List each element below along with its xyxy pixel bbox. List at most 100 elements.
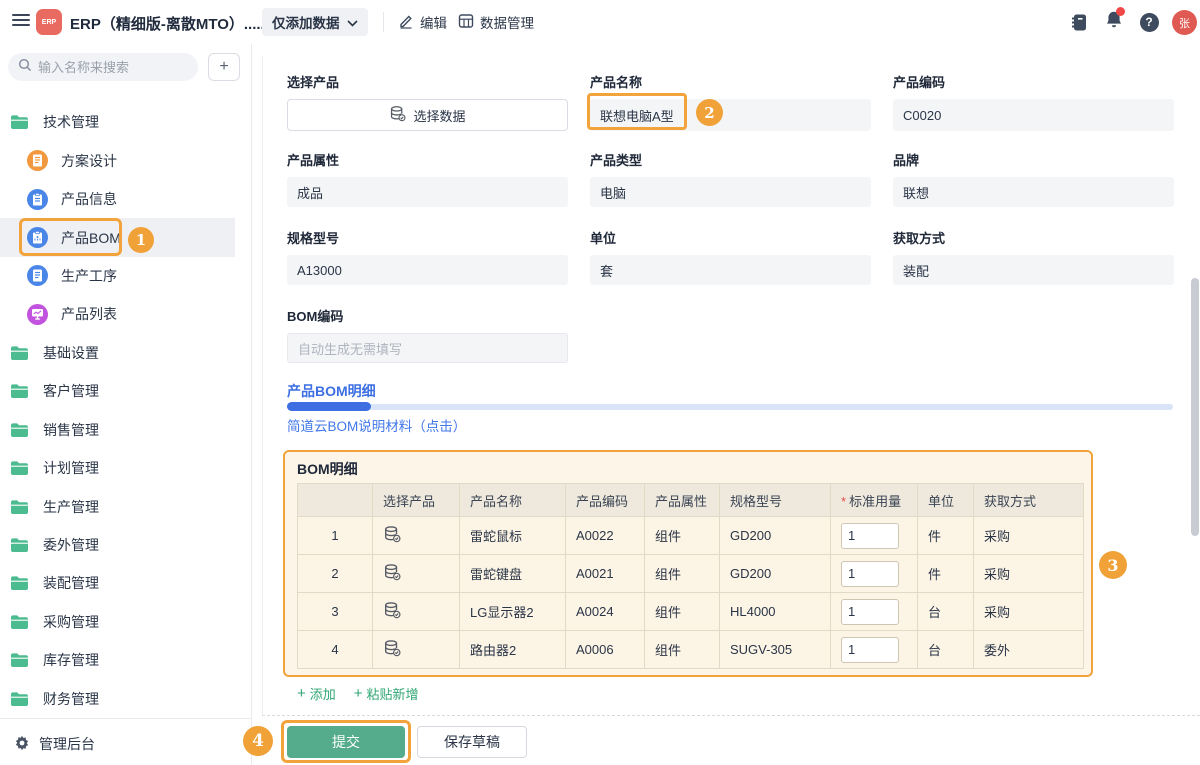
folder-icon: [10, 383, 29, 399]
sidebar: + 技术管理 方案设计 产品信息 产品BOM: [0, 44, 252, 765]
folder-icon: [10, 614, 29, 630]
edit-button[interactable]: 编辑: [398, 8, 447, 36]
col-product-name: 产品名称: [460, 484, 566, 517]
row-product-code: A0024: [566, 593, 645, 631]
sidebar-search[interactable]: [8, 53, 198, 81]
document-icon: [27, 150, 48, 171]
qty-input[interactable]: [841, 561, 899, 587]
folder-icon: [10, 499, 29, 515]
sidebar-item-finance-management[interactable]: 财务管理: [0, 680, 252, 718]
gear-icon: [14, 735, 30, 754]
row-select-product-button[interactable]: [373, 631, 460, 669]
row-method: 采购: [974, 555, 1084, 593]
add-row-link[interactable]: +添加: [297, 684, 336, 703]
data-management-button[interactable]: 数据管理: [458, 8, 534, 36]
col-spec-model: 规格型号: [720, 484, 831, 517]
sidebar-item-basic-settings[interactable]: 基础设置: [0, 334, 252, 372]
folder-icon: [10, 345, 29, 361]
sidebar-item-scheme-design[interactable]: 方案设计: [0, 141, 252, 179]
journal-icon[interactable]: [1069, 12, 1089, 32]
sidebar-item-production-process[interactable]: 生产工序: [0, 257, 252, 295]
row-product-name: LG显示器2: [460, 593, 566, 631]
row-product-attr: 组件: [645, 517, 720, 555]
paste-add-link[interactable]: +粘贴新增: [354, 684, 419, 703]
folder-icon: [10, 652, 29, 668]
sidebar-item-production-management[interactable]: 生产管理: [0, 487, 252, 525]
qty-input[interactable]: [841, 523, 899, 549]
admin-console-label: 管理后台: [39, 734, 95, 754]
bom-detail-title: BOM明细: [297, 459, 358, 479]
sidebar-item-product-list[interactable]: 产品列表: [0, 295, 252, 333]
chevron-down-icon: [347, 15, 358, 30]
product-type-value: 电脑: [590, 177, 871, 207]
submit-button[interactable]: 提交: [287, 726, 405, 758]
notifications-bell-icon[interactable]: [1104, 12, 1124, 32]
add-app-button[interactable]: +: [208, 53, 240, 81]
sidebar-item-product-info[interactable]: 产品信息: [0, 180, 252, 218]
required-asterisk: *: [841, 494, 846, 509]
sidebar-footer-divider: [0, 718, 252, 719]
bom-help-link[interactable]: 简道云BOM说明材料（点击）: [287, 415, 466, 435]
admin-console-link[interactable]: 管理后台: [14, 728, 95, 760]
app-title: ERP（精细版-离散MTO）......: [70, 13, 269, 34]
brand-value: 联想: [893, 177, 1174, 207]
field-acquisition-method: 获取方式 装配: [893, 228, 1174, 285]
row-qty-cell: [831, 517, 918, 555]
folder-icon: [10, 114, 29, 130]
search-input[interactable]: [38, 60, 178, 75]
row-product-name: 路由器2: [460, 631, 566, 669]
product-name-value: 联想电脑A型: [590, 99, 871, 131]
qty-input[interactable]: [841, 599, 899, 625]
sidebar-item-outsourcing-management[interactable]: 委外管理: [0, 526, 252, 564]
table-row: 1 雷蛇鼠标 A0022 组件 GD200 件 采购: [298, 517, 1084, 555]
row-method: 采购: [974, 593, 1084, 631]
sidebar-item-procurement-management[interactable]: 采购管理: [0, 603, 252, 641]
col-unit: 单位: [918, 484, 974, 517]
folder-icon: [10, 575, 29, 591]
form-left-rule: [262, 56, 263, 715]
row-method: 委外: [974, 631, 1084, 669]
add-data-mode-dropdown[interactable]: 仅添加数据: [262, 8, 368, 36]
database-icon: [389, 105, 406, 125]
field-select-product: 选择产品 选择数据: [287, 72, 568, 131]
table-grid-icon: [458, 13, 474, 32]
scrollbar-thumb[interactable]: [1191, 278, 1199, 536]
sidebar-item-tech-management[interactable]: 技术管理: [0, 103, 252, 141]
sidebar-item-product-bom[interactable]: 产品BOM: [0, 218, 235, 256]
edit-label: 编辑: [420, 12, 447, 32]
sidebar-item-sales-management[interactable]: 销售管理: [0, 411, 252, 449]
erp-app-window: ERP ERP（精细版-离散MTO）...... 仅添加数据 编辑 数据管理: [0, 0, 1200, 765]
toolbar-divider: [383, 12, 384, 32]
qty-input[interactable]: [841, 637, 899, 663]
row-qty-cell: [831, 555, 918, 593]
select-data-button[interactable]: 选择数据: [287, 99, 568, 131]
row-select-product-button[interactable]: [373, 593, 460, 631]
bom-code-placeholder: 自动生成无需填写: [287, 333, 568, 363]
tab-product-bom-detail[interactable]: 产品BOM明细: [287, 381, 376, 401]
row-method: 采购: [974, 517, 1084, 555]
row-select-product-button[interactable]: [373, 555, 460, 593]
row-index: 1: [298, 517, 373, 555]
col-acquisition: 获取方式: [974, 484, 1084, 517]
select-data-label: 选择数据: [413, 106, 465, 125]
sidebar-toggle-icon[interactable]: [12, 14, 30, 28]
sidebar-item-assembly-management[interactable]: 装配管理: [0, 564, 252, 602]
bom-table: 选择产品 产品名称 产品编码 产品属性 规格型号 *标准用量 单位 获取方式 1…: [297, 483, 1084, 669]
field-label: 单位: [590, 228, 871, 247]
sidebar-item-customer-management[interactable]: 客户管理: [0, 372, 252, 410]
user-avatar[interactable]: 张: [1172, 10, 1197, 35]
row-spec-model: HL4000: [720, 593, 831, 631]
acquisition-method-value: 装配: [893, 255, 1174, 285]
row-select-product-button[interactable]: [373, 517, 460, 555]
sidebar-item-inventory-management[interactable]: 库存管理: [0, 641, 252, 679]
sidebar-nav: 技术管理 方案设计 产品信息 产品BOM 生产工序: [0, 103, 252, 718]
row-product-attr: 组件: [645, 593, 720, 631]
pencil-icon: [398, 13, 414, 32]
table-actions: +添加 +粘贴新增: [297, 684, 419, 703]
save-draft-button[interactable]: 保存草稿: [417, 726, 527, 758]
field-label: BOM编码: [287, 306, 568, 325]
help-icon[interactable]: ?: [1139, 12, 1159, 32]
search-icon: [18, 58, 32, 77]
app-logo: ERP: [36, 9, 62, 35]
sidebar-item-planning-management[interactable]: 计划管理: [0, 449, 252, 487]
